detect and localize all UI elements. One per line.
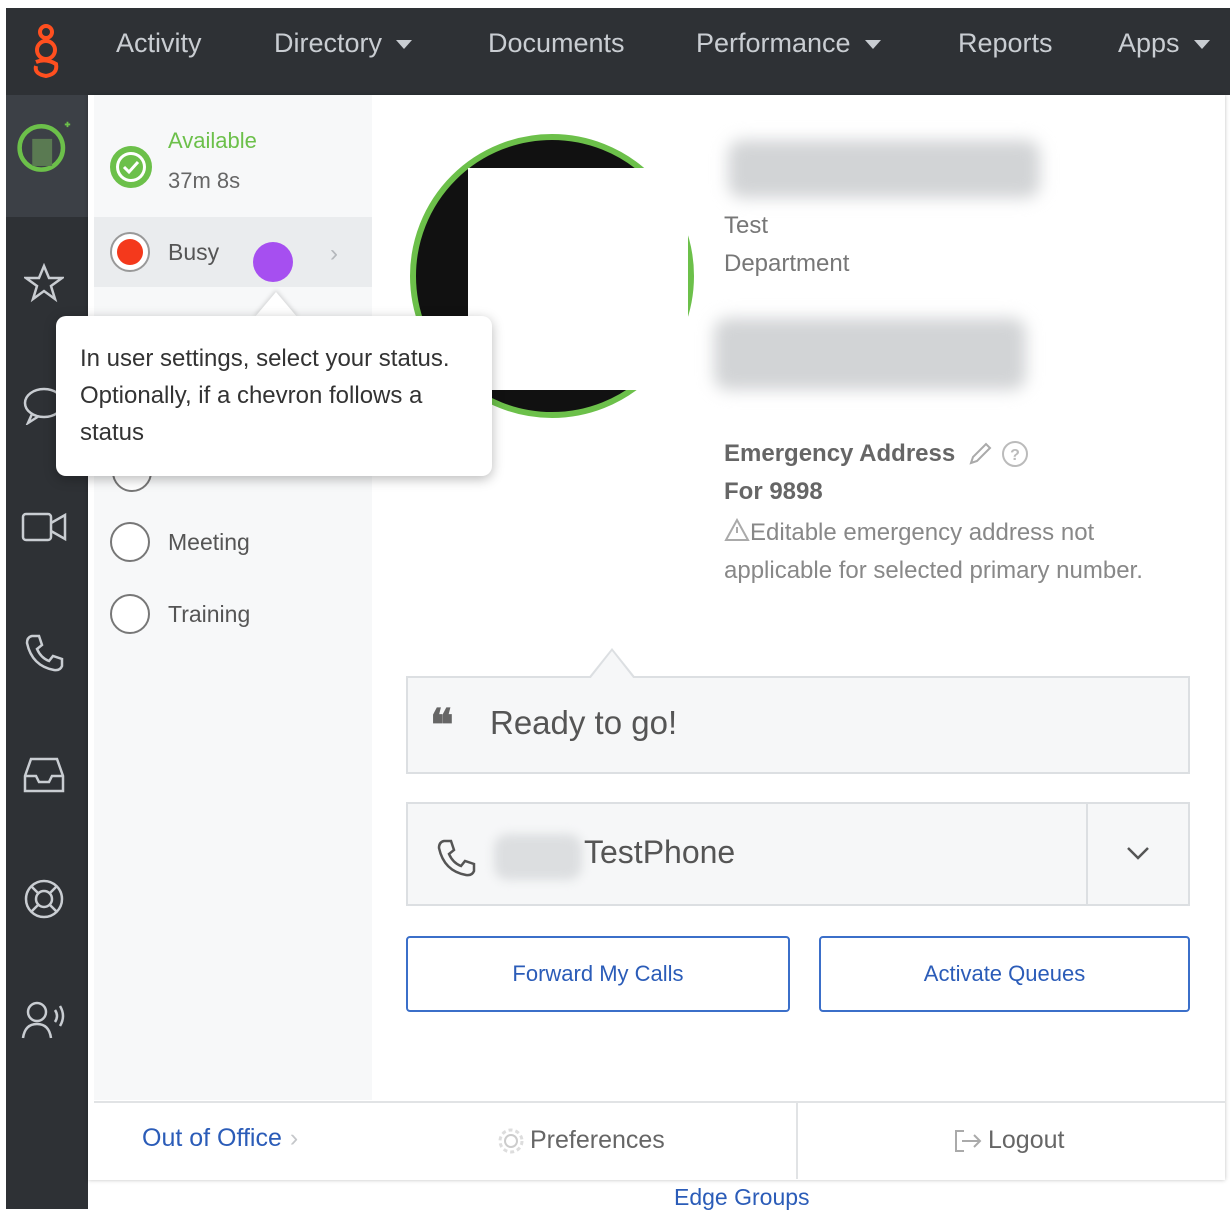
logout-icon xyxy=(955,1129,982,1152)
forward-calls-label: Forward My Calls xyxy=(512,961,684,986)
training-radio xyxy=(110,594,150,634)
nav-directory[interactable]: Directory xyxy=(274,18,413,68)
nav-reports-label: Reports xyxy=(958,28,1053,58)
nav-documents[interactable]: Documents xyxy=(488,18,625,68)
out-of-office-label: Out of Office xyxy=(142,1124,282,1152)
caret-down-icon xyxy=(396,40,413,50)
out-of-office-link[interactable]: Out of Office › xyxy=(142,1124,298,1153)
status-label-busy: Busy xyxy=(168,238,220,265)
top-nav: Activity Directory Documents Performance… xyxy=(0,0,1230,95)
left-rail xyxy=(0,95,88,1209)
chevron-right-icon[interactable]: › xyxy=(330,240,338,268)
profile-title: Test xyxy=(724,212,769,239)
status-row-busy[interactable]: Busy xyxy=(110,232,219,272)
status-duration: 37m 8s xyxy=(168,168,241,193)
logout-link[interactable]: Logout xyxy=(952,1126,1064,1155)
nav-performance[interactable]: Performance xyxy=(696,18,881,68)
emergency-address-heading: Emergency Address ? xyxy=(724,440,1029,468)
nav-apps[interactable]: Apps xyxy=(1118,18,1210,68)
footer-divider xyxy=(796,1103,798,1179)
preferences-link[interactable]: Preferences xyxy=(498,1126,665,1155)
busy-radio xyxy=(110,232,150,272)
redacted-contact xyxy=(714,318,1026,390)
activate-queues-button[interactable]: Activate Queues xyxy=(819,936,1190,1012)
forward-calls-button[interactable]: Forward My Calls xyxy=(406,936,790,1012)
emergency-note: Editable emergency address not applicabl… xyxy=(724,514,1144,590)
phone-selector[interactable]: TestPhone xyxy=(406,802,1190,906)
status-message-field[interactable]: ❝ Ready to go! xyxy=(406,676,1190,774)
status-label-meeting: Meeting xyxy=(168,528,250,555)
nav-performance-label: Performance xyxy=(696,28,851,58)
redacted-phone-prefix xyxy=(494,834,582,880)
tooltip-arrow xyxy=(254,292,298,318)
genesys-logo-icon[interactable] xyxy=(28,22,64,82)
phone-icon[interactable] xyxy=(16,625,72,681)
activate-queues-label: Activate Queues xyxy=(923,961,1086,986)
quote-notch-fill xyxy=(590,651,634,679)
emergency-note-text: Editable emergency address not applicabl… xyxy=(724,519,1143,584)
nav-documents-label: Documents xyxy=(488,28,625,58)
video-icon[interactable] xyxy=(16,499,72,555)
edge-groups-link[interactable]: Edge Groups xyxy=(674,1184,810,1211)
phone-icon xyxy=(437,839,476,877)
profile-department: Department xyxy=(724,250,850,277)
phone-name: TestPhone xyxy=(584,834,736,870)
avatar-redaction xyxy=(468,168,688,390)
chevron-right-icon: › xyxy=(289,1124,299,1152)
quote-icon: ❝ xyxy=(430,700,454,751)
nav-reports[interactable]: Reports xyxy=(958,18,1053,68)
status-row-available[interactable]: Available 37m 8s xyxy=(110,128,257,194)
cursor-pointer-indicator xyxy=(253,242,293,282)
support-icon[interactable] xyxy=(16,871,72,927)
tooltip-text: In user settings, select your status. Op… xyxy=(80,345,450,446)
user-status-icon[interactable] xyxy=(16,119,72,175)
caret-down-icon xyxy=(1193,40,1210,50)
star-icon[interactable] xyxy=(16,255,72,311)
help-tooltip: In user settings, select your status. Op… xyxy=(56,316,492,476)
meeting-radio xyxy=(110,522,150,562)
status-message-text: Ready to go! xyxy=(490,704,678,741)
help-icon[interactable]: ? xyxy=(1001,440,1029,468)
caret-down-icon xyxy=(864,40,881,50)
inbox-icon[interactable] xyxy=(16,747,72,803)
busy-dot-icon xyxy=(117,239,143,265)
nav-activity-label: Activity xyxy=(116,28,202,58)
nav-activity[interactable]: Activity xyxy=(116,18,202,68)
preferences-label: Preferences xyxy=(530,1126,665,1154)
logout-label: Logout xyxy=(988,1126,1065,1154)
nav-directory-label: Directory xyxy=(274,28,383,58)
chevron-down-icon[interactable] xyxy=(1122,842,1154,866)
emergency-address-label: Emergency Address xyxy=(724,440,956,467)
gear-icon xyxy=(498,1128,524,1153)
warning-icon xyxy=(724,517,750,541)
status-row-meeting[interactable]: Meeting xyxy=(110,522,250,562)
status-row-training[interactable]: Training xyxy=(110,594,250,634)
redacted-name xyxy=(728,140,1040,198)
pencil-icon[interactable] xyxy=(967,441,993,467)
status-label-training: Training xyxy=(168,600,251,627)
phone-dropdown-divider xyxy=(1086,804,1088,904)
nav-apps-label: Apps xyxy=(1118,28,1180,58)
emergency-for-number: For 9898 xyxy=(724,478,823,505)
status-current-label: Available xyxy=(168,128,257,153)
voice-user-icon[interactable] xyxy=(16,993,72,1049)
svg-text:?: ? xyxy=(1010,447,1020,464)
check-circle-icon xyxy=(110,146,152,188)
